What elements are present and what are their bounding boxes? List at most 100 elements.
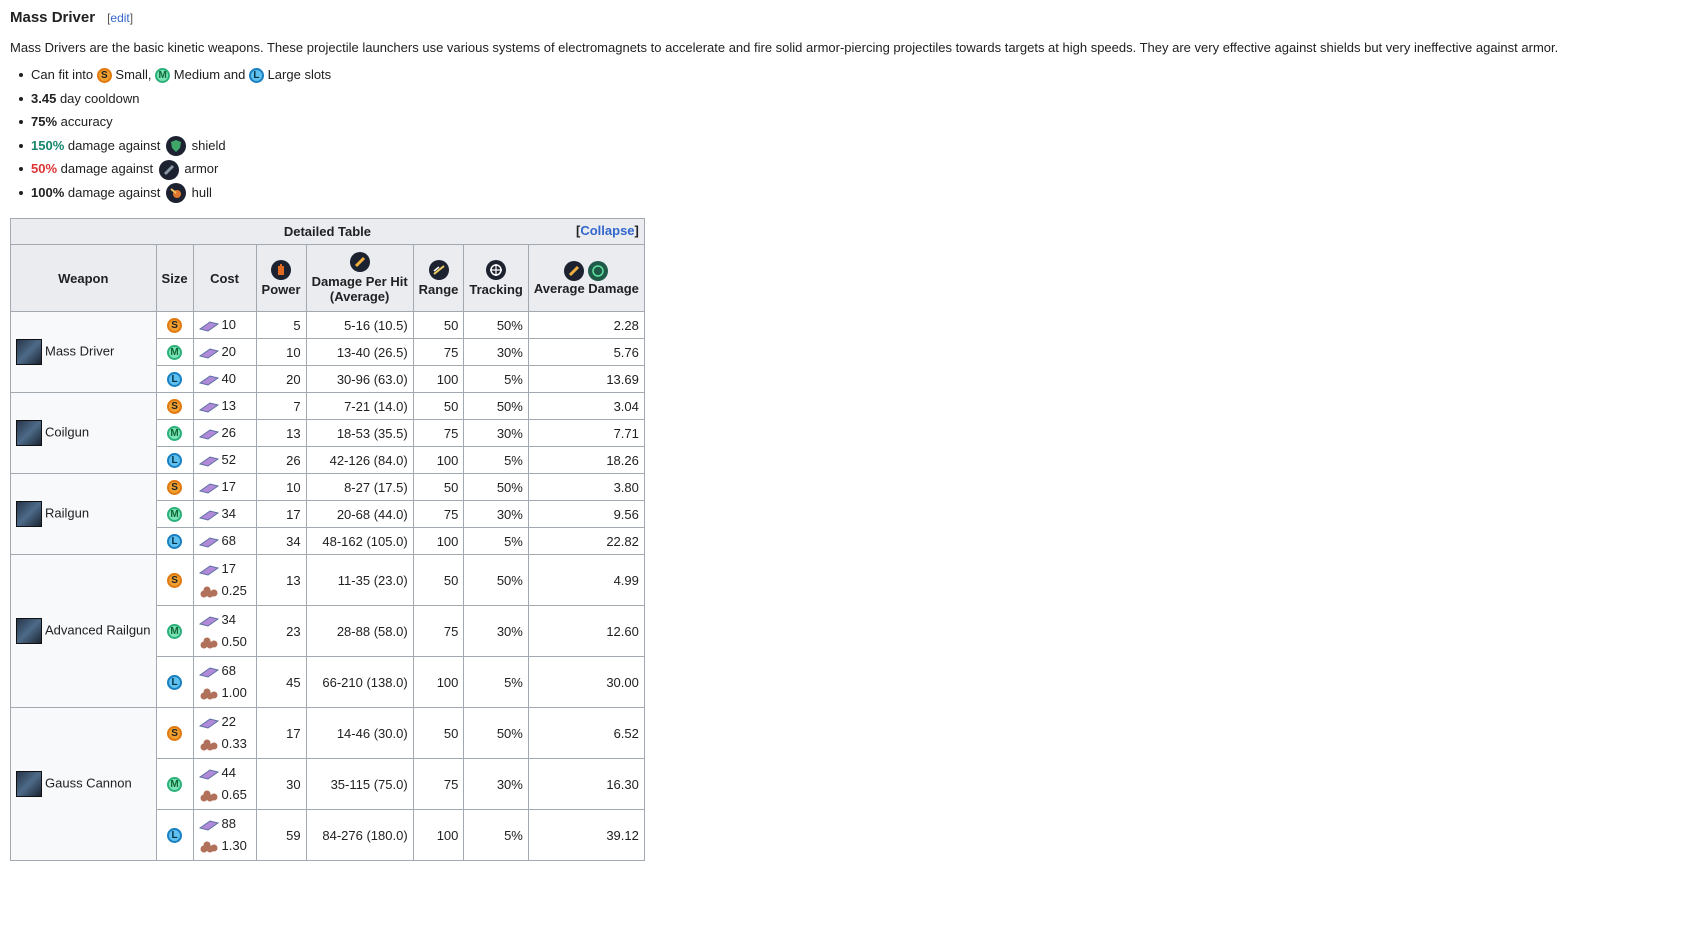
range-cell: 50 xyxy=(412,707,465,759)
tracking-cell: 50% xyxy=(463,311,529,339)
size-cell: S xyxy=(155,311,194,339)
large-slot-icon: L xyxy=(167,372,183,388)
damage-against-text: damage against xyxy=(67,137,161,153)
cost-cell: 34 xyxy=(192,500,257,528)
weapon-name: Railgun xyxy=(45,505,90,521)
cost-crystal-line: 68 xyxy=(198,660,251,682)
fact-accuracy: 75% accuracy xyxy=(19,110,1676,134)
average-damage-cell: 6.52 xyxy=(527,707,645,759)
weapon-icon xyxy=(16,339,42,365)
tracking-cell: 30% xyxy=(463,605,529,657)
large-label: Large slots xyxy=(267,67,332,82)
table-row: Gauss Cannon S 22 0.33 17 14-46 (30.0) 50 50% 6.… xyxy=(10,707,645,861)
damage-cell: 8-27 (17.5) xyxy=(305,473,414,501)
cost-value: 13 xyxy=(221,398,237,413)
cost-cell: 20 xyxy=(192,338,257,366)
cost-value: 40 xyxy=(221,371,237,386)
tracking-cell: 5% xyxy=(463,809,529,861)
crystal-icon xyxy=(198,375,219,386)
range-cell: 100 xyxy=(412,809,465,861)
cooldown-value: 3.45 xyxy=(31,90,57,106)
power-cell: 20 xyxy=(255,365,307,393)
size-cell: S xyxy=(155,473,194,501)
tracking-cell: 5% xyxy=(463,656,529,708)
header-average-damage-label: Average Damage xyxy=(533,280,639,296)
cost-value: 88 xyxy=(221,816,237,831)
armor-label: armor xyxy=(184,161,219,176)
fit-prefix: Can fit into xyxy=(31,67,94,82)
hull-icon xyxy=(166,183,187,204)
crystal-icon xyxy=(198,820,219,831)
average-damage-cell: 2.28 xyxy=(527,311,645,339)
range-cell: 50 xyxy=(412,554,465,606)
power-cell: 13 xyxy=(255,554,307,606)
average-damage-cell: 12.60 xyxy=(527,605,645,657)
size-cell: L xyxy=(155,446,194,474)
damage-against-text: damage against xyxy=(67,184,161,200)
crystal-icon xyxy=(198,718,219,729)
armor-icon xyxy=(158,159,179,180)
cost-value: 1.30 xyxy=(221,838,247,853)
damage-cell: 28-88 (58.0) xyxy=(305,605,414,657)
weapon-cell: Coilgun xyxy=(10,392,157,474)
size-cell: M xyxy=(155,605,194,657)
medium-slot-icon: M xyxy=(167,426,183,442)
header-damage-line1: Damage Per Hit xyxy=(311,274,408,289)
crystal-icon xyxy=(198,402,219,413)
shield-icon xyxy=(166,136,187,157)
weapon-icon xyxy=(16,420,42,446)
size-cell: S xyxy=(155,707,194,759)
average-damage-cell: 39.12 xyxy=(527,809,645,861)
cost-ore-line: 0.65 xyxy=(199,784,251,806)
accuracy-icon xyxy=(588,260,609,281)
armor-value: 50% xyxy=(31,161,58,176)
medium-slot-icon: M xyxy=(167,345,183,361)
crystal-icon xyxy=(198,510,219,521)
table-row: Coilgun S 13 7 7-21 (14.0) 50 50% 3.04 xyxy=(10,392,645,474)
cost-cell: 17 0.25 xyxy=(192,554,257,606)
tracking-cell: 5% xyxy=(463,365,529,393)
cost-value: 68 xyxy=(221,663,237,678)
average-damage-cell: 7.71 xyxy=(527,419,645,447)
tracking-cell: 50% xyxy=(463,707,529,759)
header-tracking: Tracking xyxy=(463,244,529,312)
collapse-link[interactable]: Collapse xyxy=(580,223,634,238)
weapon-icon xyxy=(16,501,42,527)
header-damage-line2: (Average) xyxy=(329,289,390,304)
table-caption-text: Detailed Table xyxy=(283,224,372,239)
ore-icon xyxy=(200,739,218,751)
article-section: Mass Driver [edit] Mass Drivers are the … xyxy=(0,0,1686,869)
crystal-icon xyxy=(198,769,219,780)
range-cell: 75 xyxy=(412,419,465,447)
range-cell: 75 xyxy=(412,338,465,366)
ore-icon xyxy=(200,637,218,649)
range-cell: 100 xyxy=(412,656,465,708)
damage-cell: 20-68 (44.0) xyxy=(305,500,414,528)
crystal-icon xyxy=(198,483,219,494)
cost-value: 44 xyxy=(221,765,237,780)
cost-crystal-line: 52 xyxy=(198,449,251,471)
edit-link[interactable]: edit xyxy=(110,11,129,25)
tracking-cell: 5% xyxy=(463,446,529,474)
table-body: Mass Driver S 10 5 5-16 (10.5) 50 50% 2.28 M 20 10… xyxy=(10,311,645,861)
tracking-cell: 50% xyxy=(463,392,529,420)
cost-ore-line: 0.25 xyxy=(199,580,251,602)
crystal-icon xyxy=(198,565,219,576)
cost-value: 0.25 xyxy=(221,583,247,598)
shield-label: shield xyxy=(191,137,226,153)
crystal-icon xyxy=(198,456,219,467)
crystal-icon xyxy=(198,348,219,359)
average-damage-cell: 3.04 xyxy=(527,392,645,420)
cost-value: 0.65 xyxy=(221,787,247,802)
range-cell: 75 xyxy=(412,500,465,528)
size-cell: S xyxy=(155,392,194,420)
damage-cell: 48-162 (105.0) xyxy=(305,527,414,555)
cost-cell: 22 0.33 xyxy=(192,707,257,759)
weapon-cell: Advanced Railgun xyxy=(10,554,157,708)
weapon-icon xyxy=(16,618,42,644)
large-slot-icon: L xyxy=(248,68,264,84)
damage-cell: 30-96 (63.0) xyxy=(305,365,414,393)
range-cell: 100 xyxy=(412,527,465,555)
detailed-table: Detailed Table [Collapse] Weapon Size Co… xyxy=(10,218,645,861)
cost-value: 0.33 xyxy=(221,736,247,751)
